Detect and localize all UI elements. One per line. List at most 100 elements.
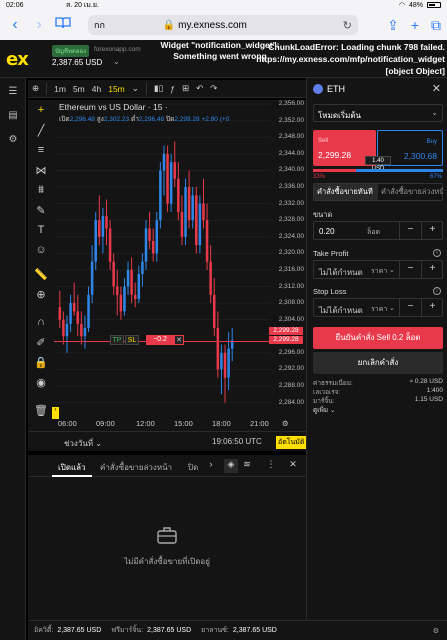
sl-decrease-button[interactable]: − <box>399 299 421 316</box>
crosshair-icon[interactable]: + <box>33 104 49 120</box>
tab-pending-order[interactable]: คำสั่งซื้อขายล่วงหน้า <box>378 184 443 200</box>
chart-symbol-title: Ethereum vs US Dollar · 15 · <box>59 102 168 112</box>
chart-type-icon[interactable]: ▮▯ <box>154 83 163 94</box>
volume-field[interactable]: 0.20 ล็อต − + <box>313 221 443 240</box>
price-axis[interactable]: 2,356.00 2,352.00 2,348.00 2,344.00 2,340.00… <box>270 100 306 415</box>
more-icon[interactable]: ⋮ <box>264 459 278 473</box>
tp-decrease-button[interactable]: − <box>399 261 421 278</box>
close-icon[interactable]: ✕ <box>432 82 441 95</box>
cancel-order-button[interactable]: ยกเลิกคำสั่ง <box>313 352 443 374</box>
brush-icon[interactable]: ✎ <box>33 204 49 220</box>
indicators-icon[interactable]: ƒ <box>170 84 175 94</box>
close-position-icon[interactable]: ✕ <box>174 335 184 345</box>
lock-drawings-icon[interactable]: ✐ <box>33 336 49 352</box>
timeframe-1m[interactable]: 1m <box>54 84 66 94</box>
book-icon[interactable] <box>54 16 72 34</box>
utc-clock[interactable]: 19:06:50 UTC <box>212 437 262 446</box>
footer-settings-icon[interactable]: ⚙ <box>433 627 439 635</box>
candle <box>195 187 198 254</box>
redo-icon[interactable]: ↷ <box>210 83 217 94</box>
order-mode-select[interactable]: โหมดเริ่มต้น ⌄ <box>313 104 443 122</box>
fib-icon[interactable]: ⩩ <box>33 184 49 200</box>
tabs-icon[interactable]: ⧉ <box>431 17 441 34</box>
date-range-selector[interactable]: ช่วงวันที่ ⌄ <box>64 437 102 450</box>
text-icon[interactable]: T <box>33 224 49 240</box>
tp-increase-button[interactable]: + <box>421 261 443 278</box>
candle <box>58 290 62 328</box>
see-more-link[interactable]: ดูเพิ่ม ⌄ <box>313 405 443 414</box>
candle <box>148 211 151 250</box>
footer-free-margin: ฟรีมาร์จิ้น: 2,387.65 USD <box>111 627 192 634</box>
pattern-icon[interactable]: ⋈ <box>33 164 49 180</box>
chevron-right-icon[interactable]: › <box>204 459 218 473</box>
tab-open[interactable]: เปิดแล้ว <box>58 461 86 474</box>
price-tick: 2,288.00 <box>278 381 304 389</box>
calendar-icon[interactable]: ▤ <box>5 110 21 124</box>
exness-logo[interactable]: ex <box>6 49 29 70</box>
volume-increase-button[interactable]: + <box>421 222 443 239</box>
account-balance[interactable]: 2,387.65 USD <box>52 58 102 67</box>
reader-aa-button[interactable]: กก <box>94 18 105 32</box>
close-icon[interactable]: ✕ <box>286 459 300 473</box>
safari-right-buttons: ⇪ + ⧉ <box>387 17 441 34</box>
confirm-sell-button[interactable]: ยืนยันคำสั่ง Sell 0.2 ล็อต <box>313 327 443 349</box>
price-tick: 2,304.00 <box>278 315 304 323</box>
price-tick: 2,332.00 <box>278 199 304 207</box>
sentiment-sell: 33% <box>313 174 326 180</box>
empty-positions-text: ไม่มีคำสั่งซื้อขายที่เปิดอยู่ <box>124 557 210 566</box>
tab-closed[interactable]: ปิด <box>188 461 198 474</box>
safari-toolbar: ‹ › กก 🔒 my.exness.com ↻ ⇪ + ⧉ <box>0 10 447 40</box>
timeframe-15m[interactable]: 15m <box>108 84 125 94</box>
auto-scale-button[interactable]: อัตโนมัติ <box>276 436 307 449</box>
info-icon[interactable]: i <box>433 287 441 295</box>
chevron-down-icon[interactable]: ⌄ <box>132 83 139 94</box>
timeframe-4h[interactable]: 4h <box>92 84 101 94</box>
eye-icon[interactable]: ◉ <box>33 376 49 392</box>
positions-tabs: เปิดแล้ว คำสั่งซื้อขายล่วงหน้า ปิด › ◈ ≋… <box>28 455 306 477</box>
take-profit-field[interactable]: ไม่ได้กำหนด ราคา ⌄ − + <box>313 260 443 279</box>
emoji-icon[interactable]: ☺ <box>33 244 49 260</box>
chevron-down-icon[interactable]: ⌄ <box>113 57 120 66</box>
stop-loss-handle[interactable]: SL <box>125 335 139 345</box>
new-tab-icon[interactable]: + <box>411 17 419 34</box>
trash-icon[interactable]: 🗑 <box>33 404 49 420</box>
stop-loss-field[interactable]: ไม่ได้กำหนด ราคา ⌄ − + <box>313 298 443 317</box>
add-indicator-icon[interactable]: ⊕ <box>32 83 39 94</box>
volume-decrease-button[interactable]: − <box>399 222 421 239</box>
candle <box>62 311 65 345</box>
chart-settings-icon[interactable]: ⚙ <box>282 419 289 428</box>
price-tick: 2,316.00 <box>278 265 304 273</box>
candle <box>162 145 166 196</box>
settings-icon[interactable]: ⚙ <box>5 134 21 148</box>
tab-market-order[interactable]: คำสั่งซื้อขายทันที <box>314 184 378 200</box>
time-tick: 12:00 <box>136 419 155 428</box>
timeframe-5m[interactable]: 5m <box>73 84 85 94</box>
reload-icon[interactable]: ↻ <box>343 19 352 32</box>
ruler-icon[interactable]: 📏 <box>33 268 49 284</box>
sl-increase-button[interactable]: + <box>421 299 443 316</box>
candle <box>76 294 80 337</box>
lock-icon[interactable]: 🔒 <box>33 356 49 372</box>
price-tick: 2,324.00 <box>278 232 304 240</box>
chevron-down-icon: ⌄ <box>389 305 395 312</box>
forward-icon[interactable]: › <box>30 16 48 34</box>
magnet-icon[interactable]: ∩ <box>33 316 49 332</box>
layers-icon[interactable]: ≋ <box>240 459 254 473</box>
info-icon[interactable]: i <box>433 249 441 257</box>
view-eye-icon[interactable]: ◈ <box>224 459 238 473</box>
undo-icon[interactable]: ↶ <box>196 83 203 94</box>
address-bar[interactable]: กก 🔒 my.exness.com ↻ <box>88 15 358 35</box>
take-profit-handle[interactable]: TP <box>110 335 124 345</box>
share-icon[interactable]: ⇪ <box>387 17 399 34</box>
horizontal-lines-icon[interactable]: ≡ <box>33 144 49 160</box>
time-axis[interactable]: 06:00 09:00 12:00 15:00 18:00 21:00 ⚙ <box>54 415 306 431</box>
chart-scroll-marker[interactable]: ‹ <box>52 407 59 419</box>
menu-icon[interactable]: ☰ <box>5 86 21 100</box>
trendline-icon[interactable]: ╱ <box>33 124 49 140</box>
price-chart[interactable]: Ethereum vs US Dollar · 15 · เปิด2,296.4… <box>54 100 306 415</box>
position-pnl: −0.2 <box>146 335 174 345</box>
zoom-in-icon[interactable]: ⊕ <box>33 288 49 304</box>
layout-icon[interactable]: ⊞ <box>182 83 189 94</box>
tab-pending[interactable]: คำสั่งซื้อขายล่วงหน้า <box>100 461 172 474</box>
back-icon[interactable]: ‹ <box>6 16 24 34</box>
